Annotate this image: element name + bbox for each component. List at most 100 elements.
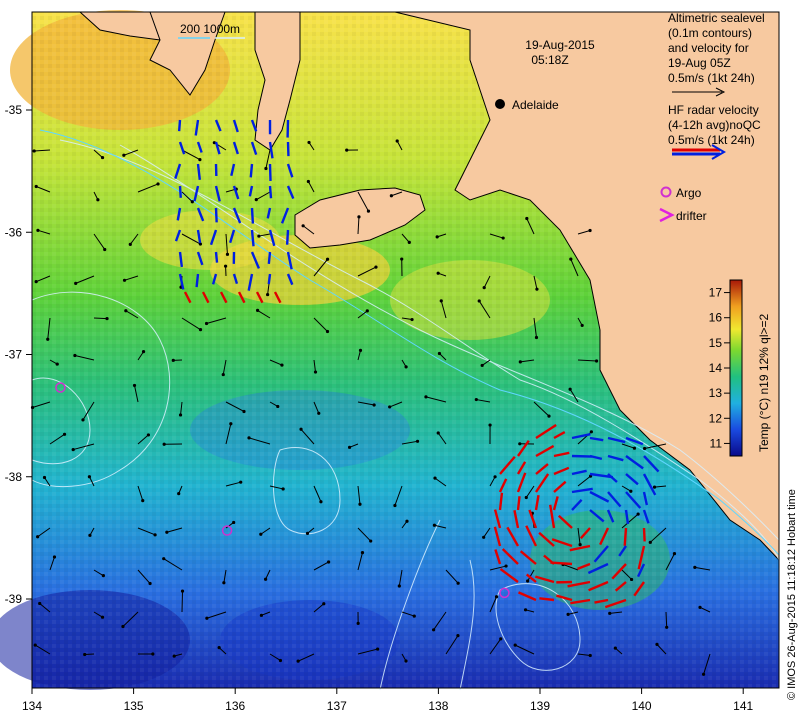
altimetry-arrow-head (301, 224, 305, 228)
altimetry-arrow-head (222, 581, 226, 585)
altimetry-arrow-head (629, 489, 633, 493)
altimetry-arrow-head (122, 278, 127, 282)
y-tick-label: -39 (5, 592, 23, 606)
altimetry-arrow-head (71, 447, 75, 452)
altimetry-arrow-head (588, 653, 592, 658)
altimetry-arrow-head (52, 555, 57, 559)
altimetry-arrow-head (393, 503, 397, 508)
altimetry-arrow-head (358, 348, 363, 353)
altimetry-arrow-head (376, 647, 380, 651)
altimetry-arrow-head (34, 184, 38, 189)
altimetry-arrow-head (305, 531, 310, 535)
altimetry-arrow-head (121, 624, 125, 629)
x-tick-label: 134 (22, 699, 42, 713)
altimetry-arrow-head (504, 564, 508, 568)
altimetry-arrow-head (46, 337, 50, 341)
colorbar-tick-label: 13 (709, 386, 723, 400)
altimetry-arrow-head (38, 601, 42, 606)
altimetry-arrow-head (648, 540, 652, 544)
sst-map: Adelaide 19-Aug-2015 05:18Z 200 1000m Al… (0, 10, 798, 713)
altimetry-arrow-head (88, 533, 92, 537)
altimetry-arrow-head (141, 350, 146, 354)
altimetry-arrow-head (172, 654, 176, 658)
altimetry-arrow-head (259, 613, 264, 617)
altimetry-arrow-head (477, 299, 481, 303)
altimetry-arrow-head (534, 335, 539, 340)
altimetry-arrow-head (223, 264, 228, 268)
adelaide-label: Adelaide (512, 98, 559, 112)
altimetry-arrow-head (217, 645, 221, 650)
legend-altimetry-line-4: 19-Aug 05Z (668, 56, 731, 70)
altimetry-arrow-head (432, 523, 437, 527)
legend-argo-label: Argo (676, 186, 702, 200)
altimetry-arrow-head (101, 574, 105, 578)
altimetry-arrow-head (327, 560, 331, 564)
altimetry-arrow-head (389, 194, 393, 198)
hf-radar-arrow (516, 496, 521, 511)
altimetry-arrow-head (643, 446, 647, 451)
altimetry-arrow-head (494, 595, 499, 599)
altimetry-arrow-head (456, 634, 460, 638)
altimetry-arrow-head (81, 418, 85, 422)
altimetry-arrow-head (132, 383, 137, 388)
altimetry-arrow-head (439, 299, 443, 303)
altimetry-arrow-head (608, 611, 612, 615)
altimetry-arrow-head (299, 427, 303, 431)
colorbar-tick-label: 14 (709, 361, 723, 375)
altimetry-arrow-head (232, 520, 236, 525)
x-tick-label: 138 (428, 699, 448, 713)
colorbar-tick-label: 12 (709, 411, 723, 425)
altimetry-arrow-head (424, 395, 428, 399)
altimetry-arrow-head (404, 365, 408, 369)
altimetry-arrow-head (436, 431, 440, 435)
altimetry-arrow-head (180, 589, 185, 593)
altimetry-arrow-head (276, 404, 280, 409)
altimetry-arrow-head (255, 308, 260, 312)
x-tick-label: 141 (733, 699, 753, 713)
altimetry-arrow-head (360, 551, 365, 555)
altimetry-arrow-head (42, 475, 47, 480)
colorbar-label: Temp (°C) n19 12% ql>=2 (757, 313, 771, 452)
altimetry-arrow-head (400, 257, 404, 261)
hf-radar-arrow (539, 597, 555, 602)
altimetry-arrow-head (225, 252, 230, 256)
altimetry-arrow-head (36, 228, 40, 232)
altimetry-arrow-head (128, 242, 132, 246)
altimetry-arrow-head (319, 500, 323, 504)
altimetry-arrow-head (588, 228, 592, 233)
altimetry-arrow-head (62, 432, 67, 436)
altimetry-arrow-head (171, 358, 175, 362)
altimetry-arrow-head (32, 149, 36, 153)
altimetry-arrow-head (347, 445, 352, 449)
altimetry-arrow-head (482, 286, 486, 290)
x-axis: 134 135 136 137 138 139 140 141 (22, 688, 754, 713)
altimetry-arrow-head (632, 446, 637, 450)
altimetry-arrow-head (263, 577, 268, 581)
altimetry-arrow-head (526, 579, 530, 583)
legend-altimetry-line-2: (0.1m contours) (668, 26, 752, 40)
colorbar-tick-label: 15 (709, 336, 723, 350)
hf-radar-arrow (623, 527, 628, 546)
altimetry-arrow-head (437, 351, 442, 356)
altimetry-arrow-head (204, 321, 209, 326)
credit-text: © IMOS 26-Aug-2015 11:18:12 Hobart time (786, 489, 798, 700)
altimetry-arrow (181, 591, 184, 613)
altimetry-arrow-head (296, 659, 300, 663)
altimetry-arrow-head (162, 442, 166, 446)
y-tick-label: -37 (5, 348, 23, 362)
altimetry-arrow-head (636, 512, 640, 516)
altimetry-arrow-head (357, 215, 361, 219)
altimetry-arrow-head (36, 535, 40, 539)
altimetry-arrow-head (436, 271, 440, 275)
altimetry-arrow-head (518, 360, 522, 364)
altimetry-arrow-head (395, 139, 399, 143)
altimetry-arrow-head (87, 475, 92, 479)
altimetry-arrow-head (146, 433, 151, 437)
altimetry-arrow-head (518, 442, 522, 446)
altimetry-arrow-head (281, 487, 285, 491)
legend-altimetry-line-1: Altimetric sealevel (668, 11, 765, 25)
hf-radar-arrow (214, 207, 218, 223)
colorbar-ramp (729, 279, 743, 457)
altimetry-arrow-head (73, 353, 77, 358)
hf-radar-arrow (267, 273, 272, 285)
